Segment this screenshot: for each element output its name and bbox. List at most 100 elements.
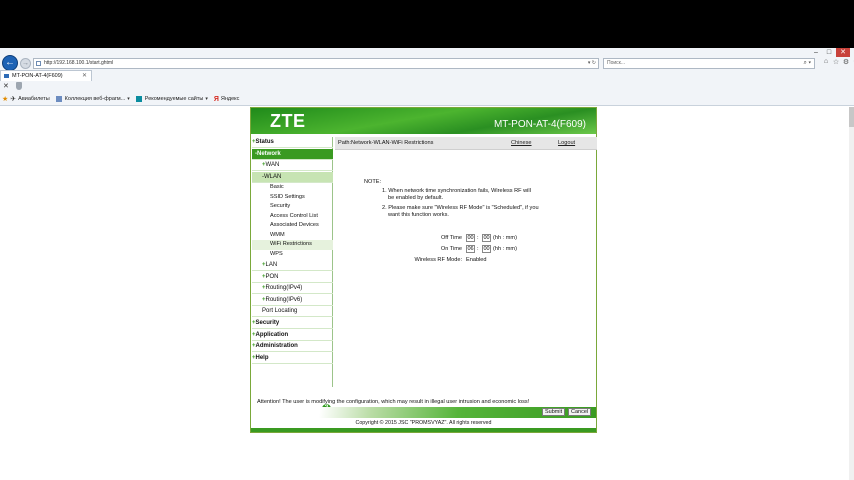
- zte-logo: ZTE: [270, 111, 306, 131]
- time-unit-label: (hh : mm): [493, 235, 517, 241]
- address-bar[interactable]: http://192.168.100.1/start.ghtml ▾ ↻: [33, 58, 599, 69]
- sidebar-item-security[interactable]: +Security: [252, 318, 333, 329]
- on-time-minutes-input[interactable]: 00: [482, 245, 491, 253]
- sidebar-item-wan[interactable]: +WAN: [252, 160, 333, 171]
- on-time-label: On Time: [440, 246, 462, 252]
- favorite-item[interactable]: ★ ✈ Авиабилеты: [2, 95, 50, 103]
- off-time-minutes-input[interactable]: 00: [482, 234, 491, 242]
- minimize-icon[interactable]: –: [810, 48, 822, 57]
- chevron-down-icon: ▾: [127, 96, 130, 102]
- off-time-label: Off Time: [440, 235, 462, 241]
- yandex-icon: Я: [213, 95, 219, 103]
- plane-icon: ✈: [10, 96, 17, 103]
- note-line: be enabled by default.: [388, 194, 444, 201]
- tab-favicon-icon: [4, 74, 9, 78]
- sidebar-item-label: -WLAN: [262, 174, 282, 180]
- favorite-item[interactable]: Коллекция веб-фрагм... ▾: [55, 96, 130, 102]
- sidebar-item-label: Port Locating: [262, 308, 298, 314]
- on-time-hours-input[interactable]: 06: [466, 245, 475, 253]
- close-icon[interactable]: ✕: [836, 48, 850, 57]
- search-icon[interactable]: ⌕ ▾: [803, 59, 811, 68]
- sidebar-item-wlan[interactable]: -WLAN: [252, 172, 333, 183]
- time-unit-label: (hh : mm): [493, 246, 517, 252]
- note-line: want this function works.: [388, 211, 449, 218]
- sidebar-item-administration[interactable]: +Administration: [252, 341, 333, 352]
- sidebar-item-network[interactable]: -Network: [252, 149, 333, 160]
- header-banner: ZTE MT-PON-AT-4(F609): [251, 108, 596, 134]
- button-bar: Submit Cancel: [251, 407, 596, 418]
- vertical-scrollbar[interactable]: [849, 107, 854, 480]
- sidebar-item-port-locating[interactable]: Port Locating: [252, 306, 333, 317]
- sidebar: +Status -Network +WAN -WLAN Basic SSID S…: [252, 137, 333, 413]
- chinese-link[interactable]: Chinese: [511, 137, 532, 150]
- footer-bar: [251, 428, 596, 432]
- sidebar-item-wmm[interactable]: WMM: [252, 231, 333, 241]
- sidebar-item-application[interactable]: +Application: [252, 330, 333, 341]
- video-letterbox: [0, 0, 854, 48]
- star-icon: ★: [2, 96, 9, 103]
- favorite-item[interactable]: Я Яндекс: [214, 96, 240, 103]
- address-text: http://192.168.100.1/start.ghtml: [44, 60, 114, 66]
- breadcrumb-path: Path:Network-WLAN-WiFi Restrictions: [338, 140, 434, 146]
- submit-button[interactable]: Submit: [542, 408, 566, 416]
- router-page: ZTE MT-PON-AT-4(F609) +Status -Network +…: [250, 107, 597, 433]
- sidebar-item-label: PON: [265, 273, 279, 280]
- sidebar-item-routing-ipv6[interactable]: +Routing(IPv6): [252, 295, 333, 306]
- sidebar-item-label: Security: [255, 320, 280, 326]
- favorite-label: Авиабилеты: [18, 96, 50, 102]
- favorites-bar: ★ ✈ Авиабилеты Коллекция веб-фрагм... ▾ …: [2, 95, 245, 104]
- off-time-hours-input[interactable]: 00: [466, 234, 475, 242]
- gear-icon[interactable]: ⚙: [841, 58, 851, 66]
- toolbar-icons: ⌂ ☆ ⚙ ☺: [821, 58, 854, 66]
- page-icon: [36, 61, 41, 66]
- favorites-star-icon[interactable]: ☆: [831, 58, 841, 66]
- search-input[interactable]: Поиск... ⌕ ▾: [603, 58, 815, 69]
- time-separator: :: [477, 235, 479, 241]
- search-placeholder: Поиск...: [607, 60, 626, 66]
- sidebar-item-label: Application: [255, 331, 289, 338]
- refresh-icon[interactable]: ▾ ↻: [588, 59, 596, 68]
- sidebar-item-routing-ipv4[interactable]: +Routing(IPv4): [252, 283, 333, 294]
- collection-icon: [55, 96, 62, 102]
- main-content: NOTE: 1. When network time synchronizati…: [335, 150, 597, 390]
- back-button[interactable]: ←: [2, 55, 18, 71]
- sidebar-item-associated-devices[interactable]: Associated Devices: [252, 221, 333, 231]
- shield-icon[interactable]: [15, 82, 22, 90]
- favorite-label: Рекомендуемые сайты: [144, 96, 204, 102]
- sidebar-item-label: Routing(IPv6): [265, 296, 303, 303]
- cancel-button[interactable]: Cancel: [568, 408, 592, 416]
- home-icon[interactable]: ⌂: [821, 58, 831, 66]
- close-x-icon[interactable]: ✕: [3, 82, 9, 90]
- sidebar-item-basic[interactable]: Basic: [252, 183, 333, 193]
- favorite-label: Коллекция веб-фрагм...: [64, 96, 126, 102]
- scrollbar-thumb[interactable]: [849, 107, 854, 127]
- sidebar-item-label: LAN: [265, 262, 278, 268]
- sidebar-item-status[interactable]: +Status: [252, 137, 333, 148]
- favorite-label: Яндекс: [220, 96, 240, 102]
- copyright-text: Copyright © 2015 JSC "PROMSVYAZ". All ri…: [355, 420, 492, 426]
- rf-mode-label: Wireless RF Mode:: [414, 257, 462, 263]
- chevron-down-icon: ▾: [205, 96, 208, 102]
- maximize-icon[interactable]: □: [823, 48, 835, 57]
- sidebar-item-pon[interactable]: +PON: [252, 272, 333, 283]
- sidebar-item-wps[interactable]: WPS: [252, 250, 333, 260]
- sidebar-item-lan[interactable]: +LAN: [252, 260, 333, 271]
- rf-mode-value: Enabled: [466, 257, 487, 263]
- tab-close-icon[interactable]: ✕: [82, 71, 87, 81]
- sidebar-item-help[interactable]: +Help: [252, 353, 333, 364]
- window-controls: – □ ✕: [809, 48, 850, 57]
- sidebar-item-wifi-restrictions[interactable]: WiFi Restrictions: [252, 240, 333, 250]
- sidebar-item-label: WAN: [265, 162, 280, 168]
- attention-message: Attention! The user is modifying the con…: [257, 399, 530, 405]
- sidebar-item-security-sub[interactable]: Security: [252, 202, 333, 212]
- sidebar-item-access-control-list[interactable]: Access Control List: [252, 212, 333, 222]
- sidebar-item-label: Routing(IPv4): [265, 285, 303, 291]
- sidebar-item-label: Help: [255, 354, 269, 361]
- breadcrumb: Path:Network-WLAN-WiFi Restrictions Chin…: [335, 137, 597, 150]
- browser-tab[interactable]: MT-PON-AT-4(F609) ✕: [0, 70, 92, 81]
- sidebar-item-label: Status: [255, 139, 274, 145]
- logout-link[interactable]: Logout: [558, 137, 575, 150]
- forward-button[interactable]: →: [20, 58, 31, 69]
- sidebar-item-ssid-settings[interactable]: SSID Settings: [252, 193, 333, 203]
- favorite-item[interactable]: Рекомендуемые сайты ▾: [135, 96, 208, 102]
